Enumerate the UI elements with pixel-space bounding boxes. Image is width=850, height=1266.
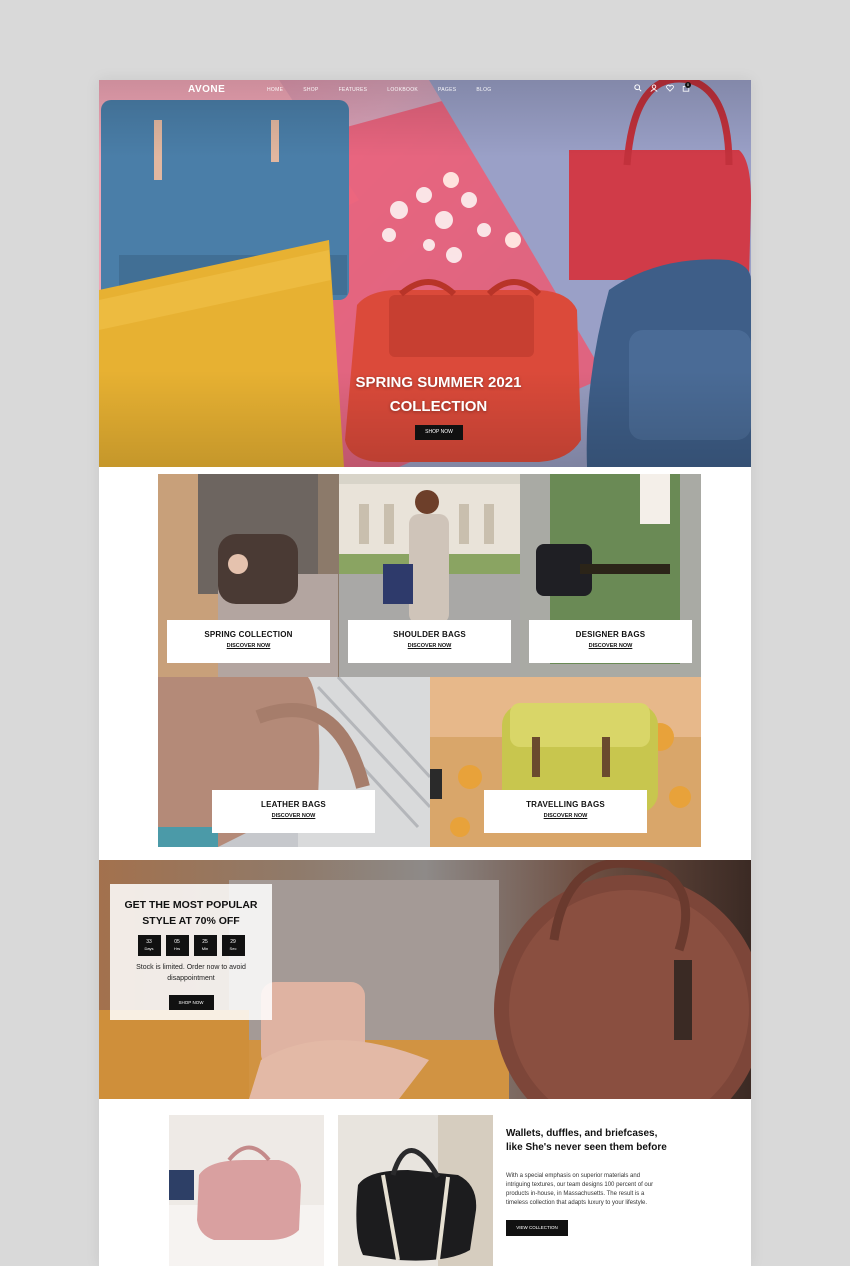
header-icons: [633, 84, 691, 94]
view-collection-button[interactable]: VIEW COLLECTION: [506, 1220, 568, 1236]
category-card: LEATHER BAGS DISCOVER NOW: [212, 790, 375, 833]
product-image-duffle[interactable]: [169, 1115, 324, 1266]
promo-banner: GET THE MOST POPULAR STYLE AT 70% OFF 33…: [99, 860, 751, 1099]
menu-item-blog[interactable]: BLOG: [476, 87, 491, 93]
feature-title: Wallets, duffles, and briefcases, like S…: [506, 1128, 667, 1153]
hero-title-line2: COLLECTION: [389, 398, 488, 415]
timer-unit: Sec: [229, 946, 237, 951]
category-title: TRAVELLING BAGS: [526, 800, 605, 809]
timer-unit: Days: [144, 946, 154, 951]
timer-value: 29: [230, 939, 236, 945]
menu-item-shop[interactable]: SHOP: [303, 87, 318, 93]
timer-value: 05: [174, 939, 180, 945]
category-travelling-bags[interactable]: TRAVELLING BAGS DISCOVER NOW: [430, 677, 701, 847]
site-logo[interactable]: AVONE: [188, 84, 225, 95]
discover-now-link[interactable]: DISCOVER NOW: [167, 643, 330, 649]
category-card: SPRING COLLECTION DISCOVER NOW: [167, 620, 330, 663]
timer-unit: Hrs: [173, 946, 181, 951]
timer-seconds: 29 Sec: [221, 935, 245, 956]
main-menu: HOME SHOP FEATURES LOOKBOOK PAGES BLOG: [267, 87, 512, 93]
menu-item-pages[interactable]: PAGES: [438, 87, 456, 93]
menu-item-features[interactable]: FEATURES: [339, 87, 368, 93]
category-title: SHOULDER BAGS: [393, 630, 466, 639]
menu-item-lookbook[interactable]: LOOKBOOK: [387, 87, 418, 93]
feature-description: With a special emphasis on superior mate…: [506, 1173, 654, 1206]
promo-description: Stock is limited. Order now to avoid dis…: [136, 964, 246, 982]
hero-title-line1: SPRING SUMMER 2021: [355, 374, 522, 391]
discover-now-link[interactable]: DISCOVER NOW: [212, 813, 375, 819]
timer-unit: Min: [201, 946, 209, 951]
discover-now-link[interactable]: DISCOVER NOW: [484, 813, 647, 819]
promo-title-line1: GET THE MOST POPULAR: [124, 899, 258, 911]
timer-minutes: 25 Min: [193, 935, 217, 956]
category-spring-collection[interactable]: SPRING COLLECTION DISCOVER NOW: [158, 474, 339, 677]
user-icon[interactable]: [649, 84, 659, 94]
category-designer-bags[interactable]: DESIGNER BAGS DISCOVER NOW: [520, 474, 701, 677]
weekender-bag-image: [338, 1115, 493, 1266]
timer-value: 33: [146, 939, 152, 945]
top-navigation: AVONE HOME SHOP FEATURES LOOKBOOK PAGES …: [99, 80, 751, 102]
hero-shop-now-button[interactable]: SHOP NOW: [415, 425, 463, 440]
discover-now-link[interactable]: DISCOVER NOW: [348, 643, 511, 649]
heart-icon[interactable]: [665, 84, 675, 94]
timer-days: 33 Days: [137, 935, 161, 956]
category-title: SPRING COLLECTION: [204, 630, 293, 639]
category-leather-bags[interactable]: LEATHER BAGS DISCOVER NOW: [158, 677, 430, 847]
promo-title-line2: STYLE AT 70% OFF: [142, 915, 240, 927]
category-shoulder-bags[interactable]: SHOULDER BAGS DISCOVER NOW: [339, 474, 520, 677]
countdown-timer: 33 Days 05 Hrs 25 Min 29 Sec: [110, 935, 272, 956]
search-icon[interactable]: [633, 84, 643, 94]
promo-title: GET THE MOST POPULAR STYLE AT 70% OFF: [110, 897, 272, 929]
category-title: DESIGNER BAGS: [575, 630, 646, 639]
menu-item-home[interactable]: HOME: [267, 87, 283, 93]
timer-hours: 05 Hrs: [165, 935, 189, 956]
product-image-weekender[interactable]: [338, 1115, 493, 1266]
discover-now-link[interactable]: DISCOVER NOW: [529, 643, 692, 649]
category-card: DESIGNER BAGS DISCOVER NOW: [529, 620, 692, 663]
promo-shop-now-button[interactable]: SHOP NOW: [168, 995, 214, 1010]
timer-value: 25: [202, 939, 208, 945]
duffle-bag-image: [169, 1115, 324, 1266]
promo-card: GET THE MOST POPULAR STYLE AT 70% OFF 33…: [110, 884, 272, 1020]
hero-banner: AVONE HOME SHOP FEATURES LOOKBOOK PAGES …: [99, 80, 751, 467]
cart-count-badge: 0: [685, 82, 691, 88]
category-card: SHOULDER BAGS DISCOVER NOW: [348, 620, 511, 663]
category-card: TRAVELLING BAGS DISCOVER NOW: [484, 790, 647, 833]
hero-title: SPRING SUMMER 2021 COLLECTION: [336, 371, 541, 419]
category-title: LEATHER BAGS: [261, 800, 326, 809]
page: AVONE HOME SHOP FEATURES LOOKBOOK PAGES …: [99, 80, 751, 1266]
